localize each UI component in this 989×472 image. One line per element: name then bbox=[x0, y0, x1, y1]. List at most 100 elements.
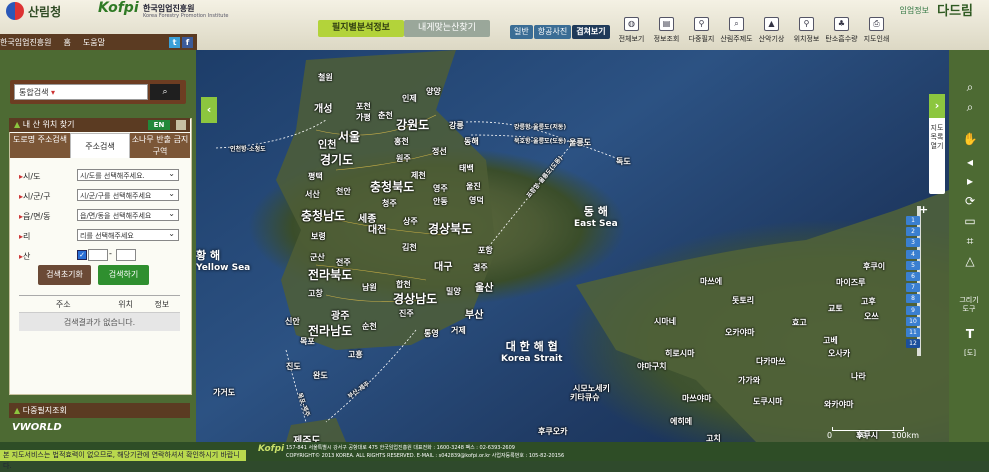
map-label: 남원 bbox=[362, 283, 377, 292]
lot-separator: - bbox=[109, 249, 112, 258]
map-label: 서울 bbox=[338, 130, 361, 144]
sido-select[interactable]: 시/도를 선택해주세요. bbox=[77, 168, 179, 181]
tab-road-address[interactable]: 도로명 주소검색 bbox=[10, 133, 70, 158]
run-search-button[interactable]: 검색하기 bbox=[98, 265, 149, 285]
multi-parcel-panel-header[interactable]: ▲ 다중필지조회 bbox=[9, 403, 190, 418]
route-label: 인천항-소청도 bbox=[230, 146, 266, 153]
zoom-level-7[interactable]: 7 bbox=[906, 283, 920, 293]
link-home[interactable]: 홈 bbox=[58, 37, 77, 48]
tool-label: 다중필지 bbox=[688, 35, 715, 43]
map-type-overlay[interactable]: 겹쳐보기 bbox=[572, 25, 610, 39]
tool-multi-parcel[interactable]: ⚲ 다중필지 bbox=[684, 17, 719, 44]
magnifier-plus-icon[interactable]: ⌕ bbox=[962, 80, 978, 94]
chevron-down-icon[interactable]: ▾ bbox=[51, 88, 55, 97]
zoom-level-2[interactable]: 2 bbox=[906, 227, 920, 237]
zoom-level-6[interactable]: 6 bbox=[906, 272, 920, 281]
globe-icon: ◍ bbox=[624, 17, 639, 31]
link-kofpi[interactable]: 한국임업진흥원 bbox=[0, 37, 58, 48]
tab-pine-restriction[interactable]: 소나무 반출 금지구역 bbox=[130, 133, 190, 158]
map-label: 에히메 bbox=[670, 417, 693, 426]
tool-print[interactable]: ⎙ 지도인쇄 bbox=[859, 17, 894, 44]
forest-service-logo[interactable]: 산림청 bbox=[28, 3, 61, 20]
map-label: 교토 bbox=[828, 304, 843, 313]
tool-forest-theme[interactable]: ⌕ 산림주제도 bbox=[719, 17, 754, 44]
hand-pan-icon[interactable]: ✋ bbox=[962, 132, 978, 146]
dadream-brand: 임업정보 다드림 bbox=[872, 0, 989, 19]
map-label: 김천 bbox=[402, 243, 417, 252]
map-label: 천안 bbox=[336, 187, 351, 196]
coordinate-tool-icon[interactable]: [도] bbox=[962, 346, 978, 360]
top-nav: 필지별분석정보 내게맞는산찾기 bbox=[318, 20, 490, 37]
refresh-icon[interactable]: ⟳ bbox=[962, 194, 978, 208]
minimize-panel-button[interactable] bbox=[176, 120, 186, 130]
panel-title: 다중필지조회 bbox=[22, 406, 67, 415]
zoom-level-9[interactable]: 9 bbox=[906, 305, 920, 315]
text-tool-icon[interactable]: T bbox=[962, 327, 978, 341]
tool-carbon[interactable]: ♣ 탄소흡수량 bbox=[824, 17, 859, 44]
map-toolbar: ◍ 전체보기 ▤ 정보조회 ⚲ 다중필지 ⌕ 산림주제도 ▲ 산악기상 ⚲ 위치정보 ♣ 탄소… bbox=[614, 17, 894, 44]
zoom-level-12[interactable]: 12 bbox=[906, 339, 920, 349]
map-type-general[interactable]: 일반 bbox=[510, 25, 533, 39]
map-label: 원주 bbox=[396, 154, 411, 163]
tool-full-view[interactable]: ◍ 전체보기 bbox=[614, 17, 649, 44]
crop-icon[interactable]: ⌗ bbox=[962, 234, 978, 248]
map-label: 마이즈루 bbox=[836, 278, 866, 287]
tool-info-query[interactable]: ▤ 정보조회 bbox=[649, 17, 684, 44]
zoom-level-4[interactable]: 4 bbox=[906, 249, 920, 259]
chevron-right-icon[interactable]: › bbox=[929, 94, 945, 118]
reset-search-button[interactable]: 검색초기화 bbox=[38, 265, 91, 285]
integrated-search-input[interactable]: 통합검색 ▾ bbox=[14, 84, 148, 100]
tool-label: 탄소흡수량 bbox=[825, 35, 858, 43]
map-view[interactable]: 강원도 서울 인천 경기도 충청북도 충청남도 세종 대전 경상북도 전라북도 … bbox=[196, 50, 949, 442]
next-view-icon[interactable]: ▸ bbox=[962, 174, 978, 188]
kofpi-logo[interactable]: Kofpi bbox=[98, 0, 139, 16]
mountain-checkbox[interactable]: ✓ bbox=[77, 250, 87, 260]
eupmyeondong-select[interactable]: 읍/면/동을 선택해주세요 bbox=[77, 208, 179, 221]
zoom-level-1[interactable]: 1 bbox=[906, 216, 920, 225]
english-button[interactable]: EN bbox=[148, 120, 170, 130]
zoom-level-5[interactable]: 5 bbox=[906, 260, 920, 270]
zoom-level-11[interactable]: 11 bbox=[906, 328, 920, 337]
zoom-level-8[interactable]: 8 bbox=[906, 294, 920, 304]
sea-yellow: 황 해 Yellow Sea bbox=[196, 247, 250, 273]
map-label: 상주 bbox=[403, 217, 418, 226]
map-label: 돗토리 bbox=[732, 296, 755, 305]
field-label: 산 bbox=[23, 252, 31, 261]
ruler-icon[interactable]: ▭ bbox=[962, 214, 978, 228]
tab-parcel-analysis[interactable]: 필지별분석정보 bbox=[318, 20, 404, 37]
tool-mountain-weather[interactable]: ▲ 산악기상 bbox=[754, 17, 789, 44]
zoom-level-3[interactable]: 3 bbox=[906, 238, 920, 248]
search-button[interactable]: ⌕ bbox=[150, 84, 180, 100]
map-label: 와카야마 bbox=[824, 400, 854, 409]
magnifier-minus-icon[interactable]: ⌕ bbox=[962, 100, 978, 114]
facebook-icon[interactable]: f bbox=[182, 36, 193, 48]
tool-location[interactable]: ⚲ 위치정보 bbox=[789, 17, 824, 44]
previous-view-icon[interactable]: ◂ bbox=[962, 155, 978, 169]
twitter-icon[interactable]: t bbox=[169, 36, 180, 48]
collapse-left-panel-button[interactable]: ‹ bbox=[201, 97, 217, 123]
map-label: 밀양 bbox=[446, 287, 461, 296]
drawing-tools-label[interactable]: 그리기 도구 bbox=[957, 296, 981, 314]
search-map-icon: ⌕ bbox=[729, 17, 744, 31]
map-label: 경상남도 bbox=[393, 292, 438, 306]
ri-select[interactable]: 리를 선택해주세요 bbox=[77, 228, 179, 241]
main-lot-input[interactable] bbox=[88, 249, 108, 261]
map-label: 히로시마 bbox=[665, 349, 695, 358]
map-label: 안동 bbox=[433, 197, 448, 206]
route-label: 강릉항-울릉도(저동) bbox=[514, 124, 567, 131]
search-tabs: 도로명 주소검색 주소검색 소나무 반출 금지구역 bbox=[10, 133, 190, 158]
map-label: 군산 bbox=[310, 253, 325, 262]
sigungu-select[interactable]: 시/군/구를 선택해주세요 bbox=[77, 188, 179, 201]
link-help[interactable]: 도움말 bbox=[77, 37, 111, 48]
map-label: 영덕 bbox=[469, 196, 484, 205]
zoom-level-10[interactable]: 10 bbox=[906, 316, 920, 326]
area-icon[interactable]: △ bbox=[962, 254, 978, 268]
sea-name-ko: 대 한 해 협 bbox=[505, 340, 558, 353]
sub-lot-input[interactable] bbox=[116, 249, 136, 261]
scale-bar: 0 50 100km bbox=[827, 427, 919, 440]
tab-address[interactable]: 주소검색 bbox=[70, 133, 130, 158]
tab-find-mountain[interactable]: 내게맞는산찾기 bbox=[403, 20, 490, 37]
map-type-aerial[interactable]: 항공사진 bbox=[533, 25, 572, 39]
zoom-plus-icon[interactable]: + bbox=[919, 203, 928, 216]
vworld-logo[interactable]: VWORLD bbox=[12, 422, 62, 433]
